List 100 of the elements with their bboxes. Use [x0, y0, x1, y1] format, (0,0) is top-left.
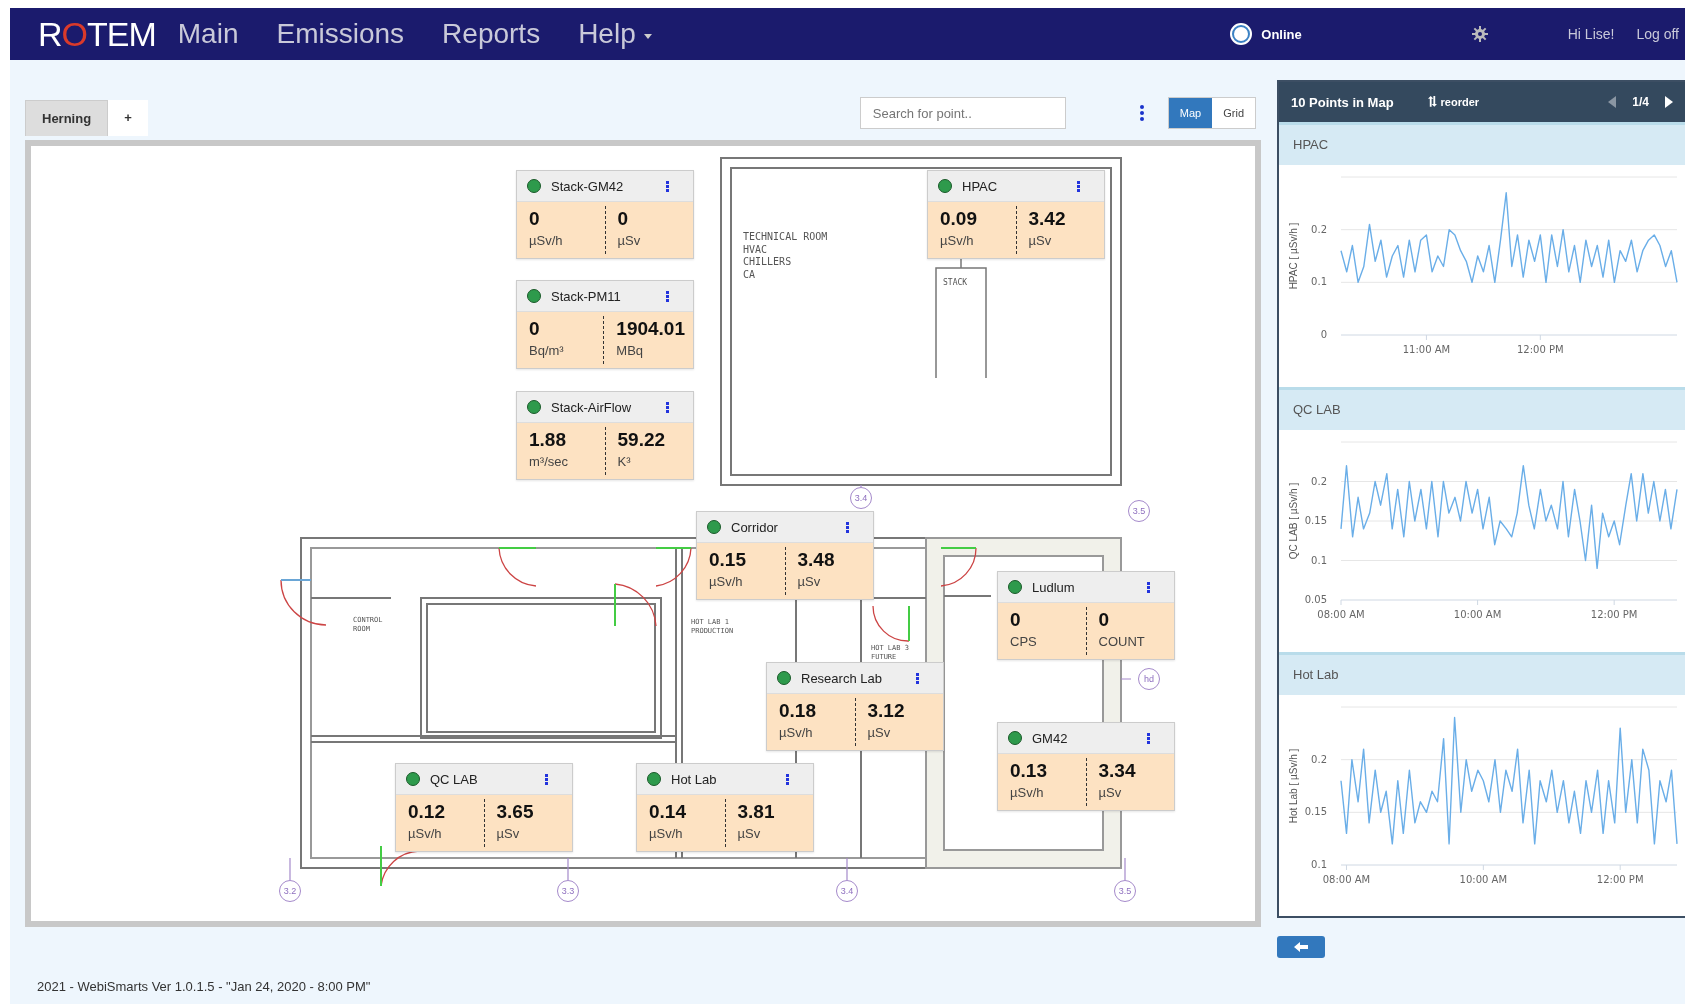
y-axis-label: HPAC [ µSv/h ]	[1288, 222, 1299, 290]
y-tick-label: 0.1	[1311, 276, 1327, 288]
page-indicator: 1/4	[1632, 95, 1649, 109]
y-tick-label: 0.05	[1304, 594, 1327, 605]
sensor-card[interactable]: Stack-PM11 0 Bq/m³ 1904.01 MBq	[516, 280, 694, 369]
sensor-card[interactable]: Ludlum 0 CPS 0 COUNT	[997, 571, 1175, 660]
reading-unit: µSv	[797, 574, 822, 589]
reading-value: 1.88	[529, 429, 567, 451]
chart-title-bar: QC LAB	[1279, 390, 1685, 430]
sensor-card[interactable]: Stack-GM42 0 µSv/h 0 µSv	[516, 170, 694, 259]
reading-value: 3.12	[867, 700, 906, 722]
x-tick-label: 11:00 AM	[1402, 344, 1451, 355]
reading-unit: µSv	[737, 826, 762, 841]
sensor-name: Ludlum	[1032, 579, 1076, 595]
reading-unit: K³	[617, 454, 632, 469]
reading-value: 0	[529, 318, 541, 340]
x-tick-label: 12:00 PM	[1517, 344, 1564, 355]
search-field[interactable]: Search for point..	[859, 97, 1066, 129]
sensor-name: Stack-AirFlow	[551, 399, 633, 415]
view-toggle-button[interactable]: Map	[1168, 98, 1213, 128]
sensor-card[interactable]: Stack-AirFlow 1.88 m³/sec 59.22 K³	[516, 391, 694, 480]
reading-value: 3.34	[1098, 760, 1137, 782]
log-off-link[interactable]: Log off	[1636, 26, 1679, 42]
grid-marker: 3.3	[557, 880, 579, 902]
reading-unit: µSv/h	[1010, 785, 1045, 800]
logo[interactable]: ROTEM	[38, 14, 156, 54]
reading-unit: µSv/h	[779, 725, 814, 740]
reading-value: 3.42	[1028, 208, 1067, 230]
y-tick-label: 0.15	[1304, 806, 1327, 818]
reading-value: 0.14	[649, 801, 687, 823]
nav-menu-item[interactable]: Help	[578, 18, 652, 50]
tab[interactable]: Herning	[25, 100, 109, 136]
reading-value: 0	[617, 208, 630, 230]
panel-title: 10 Points in Map	[1291, 94, 1394, 110]
reading-unit: µSv	[617, 233, 642, 248]
reading-value: 3.65	[496, 801, 535, 823]
sensor-card[interactable]: Hot Lab 0.14 µSv/h 3.81 µSv	[636, 763, 814, 852]
reading-unit: MBq	[616, 343, 645, 358]
sensor-card[interactable]: QC LAB 0.12 µSv/h 3.65 µSv	[395, 763, 573, 852]
reading-value: 59.22	[617, 429, 667, 451]
x-tick-label: 08:00 AM	[1322, 874, 1371, 885]
chart-title-bar: HPAC	[1279, 125, 1685, 165]
x-tick-label: 12:00 PM	[1590, 609, 1638, 620]
view-toggle-button[interactable]: Grid	[1212, 98, 1255, 128]
x-tick-label: 12:00 PM	[1596, 874, 1644, 885]
nav-menu-item[interactable]: Main	[177, 18, 239, 50]
sensor-name: GM42	[1032, 730, 1069, 746]
grid-marker: hd	[1138, 668, 1160, 690]
reorder-button[interactable]: reorder	[1427, 96, 1480, 108]
chart-title-bar: Hot Lab	[1279, 655, 1685, 695]
user-greeting: Hi Lise!	[1567, 26, 1615, 42]
x-tick-label: 10:00 AM	[1459, 874, 1508, 885]
reading-unit: µSv	[496, 826, 521, 841]
x-tick-label: 10:00 AM	[1453, 609, 1502, 620]
reading-value: 0.18	[779, 700, 817, 722]
sensor-card[interactable]: HPAC 0.09 µSv/h 3.42 µSv	[927, 170, 1105, 259]
online-toggle[interactable]: Online	[1229, 22, 1302, 46]
room-label: STACK	[943, 278, 968, 288]
sensor-name: HPAC	[962, 178, 999, 194]
reading-unit: µSv	[867, 725, 892, 740]
reading-value: 1904.01	[616, 318, 685, 340]
y-tick-label: 0.2	[1311, 223, 1327, 235]
reading-unit: µSv/h	[709, 574, 744, 589]
grid-marker: 3.4	[850, 487, 872, 509]
reading-value: 0.12	[408, 801, 446, 823]
online-label: Online	[1261, 26, 1302, 42]
y-axis-label: Hot Lab [ µSv/h ]	[1288, 748, 1299, 824]
reading-unit: CPS	[1010, 634, 1038, 649]
reading-unit: µSv	[1098, 785, 1123, 800]
y-tick-label: 0.2	[1311, 753, 1327, 765]
reading-unit: µSv	[1028, 233, 1053, 248]
sensor-card[interactable]: Research Lab 0.18 µSv/h 3.12 µSv	[766, 662, 944, 751]
nav-menu-item[interactable]: Emissions	[276, 18, 405, 50]
reading-unit: Bq/m³	[529, 343, 565, 358]
sensor-name: Stack-PM11	[551, 288, 622, 304]
sensor-card[interactable]: GM42 0.13 µSv/h 3.34 µSv	[997, 722, 1175, 811]
sensor-name: Stack-GM42	[551, 178, 625, 194]
reading-value: 0.15	[709, 549, 747, 571]
footer-version-text: 2021 - WebiSmarts Ver 1.0.1.5 - "Jan 24, 2020 - 8:00 PM"	[37, 979, 372, 994]
grid-marker: 3.4	[836, 880, 858, 902]
reading-unit: COUNT	[1098, 634, 1146, 649]
sensor-name: QC LAB	[430, 771, 479, 787]
reading-value: 3.81	[737, 801, 776, 823]
tab[interactable]: +	[108, 100, 148, 136]
reading-unit: m³/sec	[529, 454, 569, 469]
reading-value: 0.13	[1010, 760, 1048, 782]
reading-value: 0	[1010, 609, 1022, 631]
nav-menu-item[interactable]: Reports	[442, 18, 541, 50]
y-tick-label: 0.15	[1304, 515, 1327, 526]
room-label: TECHNICAL ROOM HVAC CHILLERS CA	[743, 231, 828, 281]
sensor-name: Hot Lab	[671, 771, 718, 787]
reading-value: 0	[1098, 609, 1111, 631]
reading-value: 3.48	[797, 549, 836, 571]
y-axis-label: QC LAB [ µSv/h ]	[1288, 482, 1299, 560]
sensor-card[interactable]: Corridor 0.15 µSv/h 3.48 µSv	[696, 511, 874, 600]
grid-marker: 3.5	[1114, 880, 1136, 902]
reading-value: 0	[529, 208, 541, 230]
y-tick-label: 0.2	[1311, 475, 1327, 487]
reading-value: 0.09	[940, 208, 978, 230]
reading-unit: µSv/h	[529, 233, 564, 248]
